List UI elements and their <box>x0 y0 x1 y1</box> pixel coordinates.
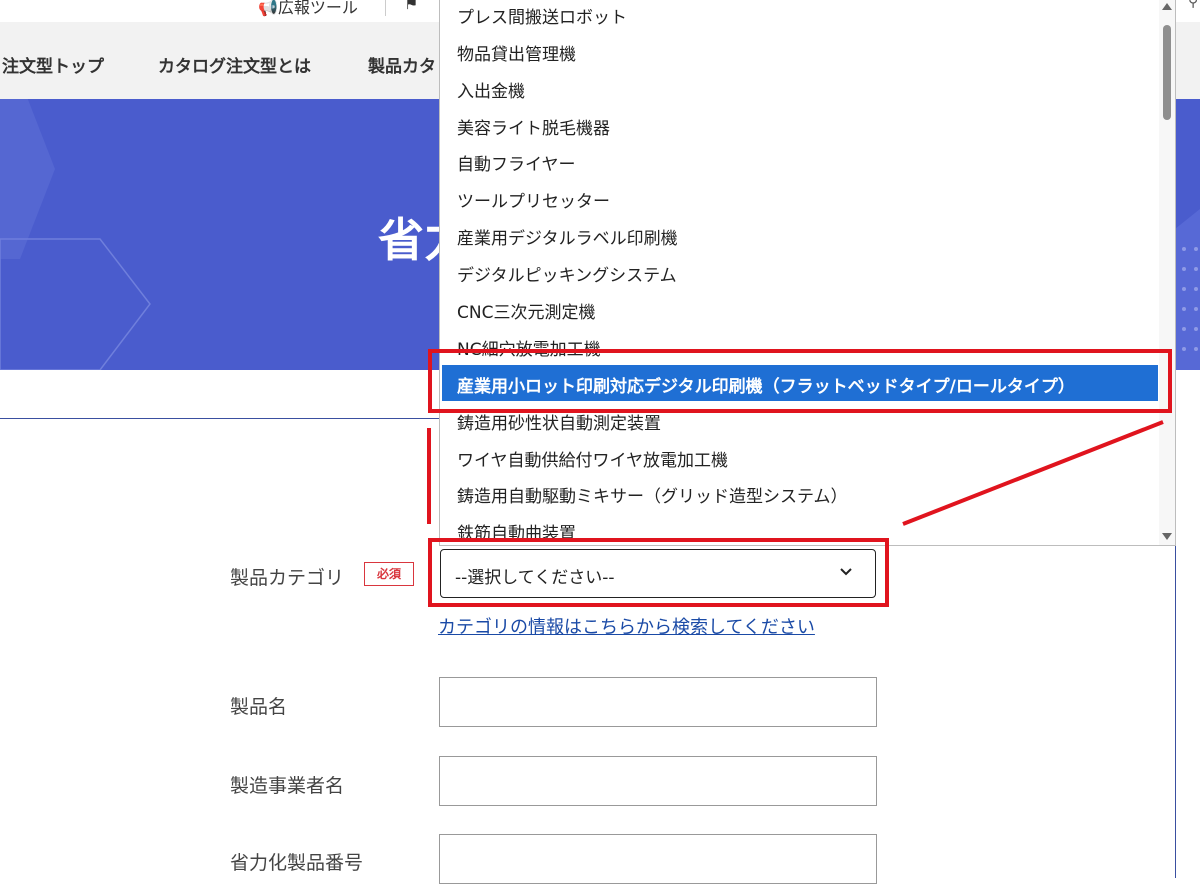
annotation-connector-diagonal <box>902 420 1164 526</box>
